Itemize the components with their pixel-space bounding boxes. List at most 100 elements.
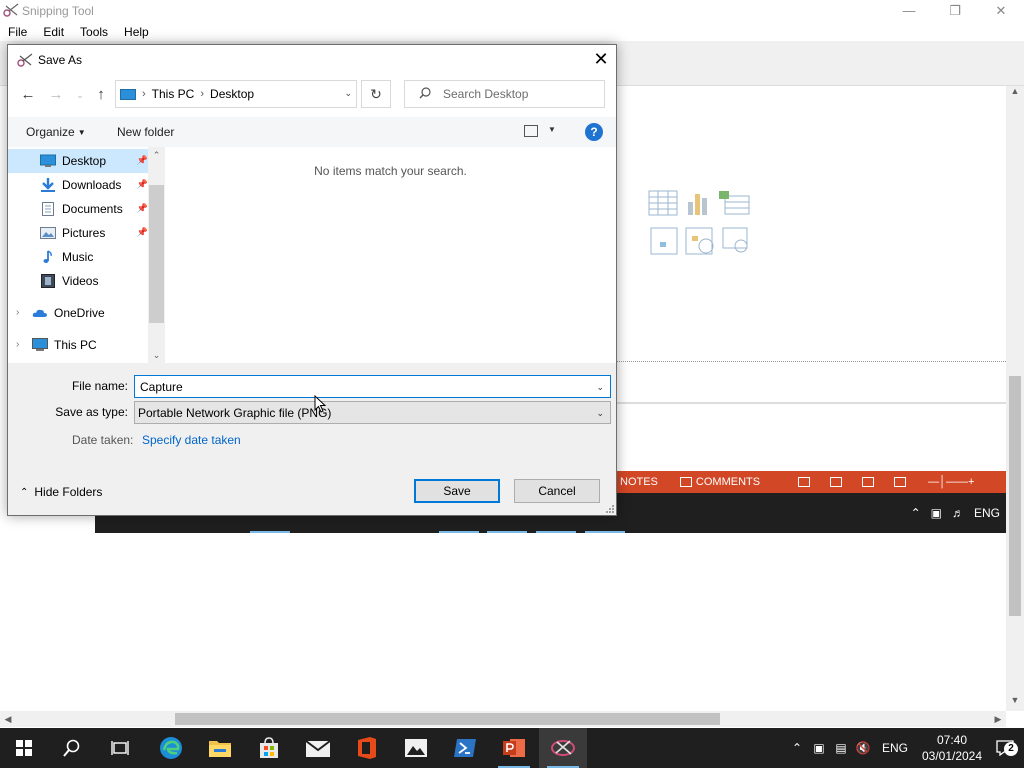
task-view-icon: [111, 741, 129, 755]
hide-folders-button[interactable]: ⌃ Hide Folders: [20, 485, 102, 499]
breadcrumb-this-pc[interactable]: This PC: [152, 87, 195, 101]
chevron-down-icon[interactable]: ⌄: [596, 382, 604, 393]
taskbar-search-button[interactable]: [48, 728, 96, 768]
menu-file[interactable]: File: [0, 23, 35, 41]
search-input[interactable]: [443, 86, 593, 102]
minimize-button[interactable]: —: [886, 0, 932, 22]
save-as-dialog: Save As ✕ ← → ⌄ ↑ › This PC › Desktop ⌄ …: [7, 44, 617, 516]
captured-powerpoint-statusbar: NOTES COMMENTS —│——+: [616, 471, 1006, 493]
save-button[interactable]: Save: [414, 479, 500, 503]
nav-item-videos[interactable]: Videos: [8, 269, 148, 293]
clock[interactable]: 07:40 03/01/2024: [916, 732, 988, 764]
file-name-input[interactable]: [140, 379, 580, 395]
nav-item-pictures[interactable]: Pictures 📌: [8, 221, 148, 245]
clock-date: 03/01/2024: [921, 749, 983, 763]
new-folder-button[interactable]: New folder: [117, 125, 174, 139]
help-icon[interactable]: ?: [585, 123, 603, 141]
captured-divider: [616, 402, 1006, 404]
scroll-right-arrow-icon[interactable]: ▶: [990, 711, 1006, 727]
pin-icon: 📌: [136, 155, 148, 165]
nav-scroll-thumb[interactable]: [149, 185, 164, 323]
search-icon: [63, 739, 80, 757]
nav-item-documents[interactable]: Documents 📌: [8, 197, 148, 221]
captured-slide-border: [616, 361, 1006, 362]
nav-item-music[interactable]: Music: [8, 245, 148, 269]
organize-menu[interactable]: Organize ▼: [26, 125, 86, 139]
chevron-down-icon[interactable]: ⌄: [596, 408, 604, 419]
slide-sorter-icon: [830, 477, 843, 487]
menu-tools[interactable]: Tools: [72, 23, 116, 41]
canvas-vertical-scrollbar[interactable]: ▲ ▼: [1006, 86, 1024, 711]
reading-view-icon: [862, 477, 875, 487]
scissors-icon: [551, 740, 575, 756]
save-options-panel: File name: ⌄ Save as type: Portable Netw…: [8, 363, 616, 515]
navigation-bar: ← → ⌄ ↑ › This PC › Desktop ⌄ ↻: [8, 79, 616, 111]
input-language[interactable]: ENG: [882, 741, 908, 755]
start-button[interactable]: [0, 728, 48, 768]
address-dropdown-icon[interactable]: ⌄: [344, 88, 352, 99]
scroll-up-arrow-icon[interactable]: ⌃: [148, 147, 165, 163]
change-view-icon[interactable]: [524, 125, 538, 137]
volume-muted-icon[interactable]: 🔇: [852, 741, 874, 755]
save-as-type-select[interactable]: Portable Network Graphic file (PNG) ⌄: [134, 401, 611, 424]
action-center-button[interactable]: 2: [988, 728, 1024, 768]
powershell-icon: [454, 739, 476, 757]
show-hidden-icons-chevron-icon[interactable]: ⌃: [786, 741, 808, 755]
taskbar-file-explorer[interactable]: [196, 728, 244, 768]
menu-edit[interactable]: Edit: [35, 23, 72, 41]
forward-arrow-icon[interactable]: →: [46, 85, 66, 105]
nav-item-this-pc[interactable]: › This PC: [8, 333, 148, 357]
scroll-down-arrow-icon[interactable]: ⌄: [148, 347, 165, 363]
restore-button[interactable]: ❐: [932, 0, 978, 22]
file-list[interactable]: No items match your search.: [165, 147, 616, 363]
refresh-button[interactable]: ↻: [361, 80, 391, 108]
back-arrow-icon[interactable]: ←: [18, 85, 38, 105]
menu-bar: File Edit Tools Help: [0, 23, 157, 41]
scroll-thumb[interactable]: [1009, 376, 1021, 616]
resize-grip-icon[interactable]: [604, 503, 614, 513]
taskbar-office[interactable]: [343, 728, 391, 768]
captured-zoom-slider: —│——+: [928, 476, 975, 488]
expand-chevron-icon[interactable]: ›: [16, 307, 19, 318]
scroll-up-arrow-icon[interactable]: ▲: [1006, 86, 1024, 102]
search-box[interactable]: [404, 80, 605, 108]
nav-item-desktop[interactable]: Desktop 📌: [8, 149, 148, 173]
content-placeholder-icons: [648, 190, 750, 255]
taskbar-photos[interactable]: [392, 728, 440, 768]
meet-now-icon[interactable]: ▣: [808, 741, 830, 755]
canvas-horizontal-scrollbar[interactable]: ◀ ▶: [0, 711, 1006, 727]
menu-help[interactable]: Help: [116, 23, 157, 41]
taskbar-mail[interactable]: [294, 728, 342, 768]
view-dropdown-icon[interactable]: ▼: [548, 125, 556, 134]
cancel-button[interactable]: Cancel: [514, 479, 600, 503]
normal-view-icon: [798, 477, 811, 487]
scissors-icon: [17, 53, 33, 67]
nav-item-onedrive[interactable]: › OneDrive: [8, 301, 148, 325]
scissors-icon: [3, 3, 19, 17]
taskbar-edge[interactable]: [147, 728, 195, 768]
videos-icon: [41, 274, 55, 288]
command-bar: Organize ▼ New folder ▼ ?: [8, 117, 616, 147]
scroll-left-arrow-icon[interactable]: ◀: [0, 711, 16, 727]
captured-chevron-up-icon: ⌃: [910, 506, 921, 520]
nav-pane-scrollbar[interactable]: ⌃ ⌄: [148, 147, 165, 363]
taskbar-store[interactable]: [245, 728, 293, 768]
taskbar-powershell[interactable]: [441, 728, 489, 768]
task-view-button[interactable]: [96, 728, 144, 768]
taskbar-powerpoint[interactable]: [490, 728, 538, 768]
specify-date-taken-link[interactable]: Specify date taken: [142, 433, 241, 447]
breadcrumb-desktop[interactable]: Desktop: [210, 87, 254, 101]
scroll-down-arrow-icon[interactable]: ▼: [1006, 695, 1024, 711]
close-window-button[interactable]: ✕: [978, 0, 1024, 22]
address-bar[interactable]: › This PC › Desktop ⌄: [115, 80, 357, 108]
expand-chevron-icon[interactable]: ›: [16, 339, 19, 350]
recent-locations-chevron-icon[interactable]: ⌄: [70, 85, 90, 105]
taskbar-snipping-tool[interactable]: [539, 728, 587, 768]
network-icon[interactable]: ▤: [830, 741, 852, 755]
nav-item-downloads[interactable]: Downloads 📌: [8, 173, 148, 197]
file-name-combobox[interactable]: ⌄: [134, 375, 611, 398]
dialog-close-button[interactable]: ✕: [586, 45, 616, 73]
up-arrow-icon[interactable]: ↑: [91, 85, 111, 105]
date-taken-label: Date taken:: [72, 433, 134, 447]
hscroll-thumb[interactable]: [175, 713, 720, 725]
